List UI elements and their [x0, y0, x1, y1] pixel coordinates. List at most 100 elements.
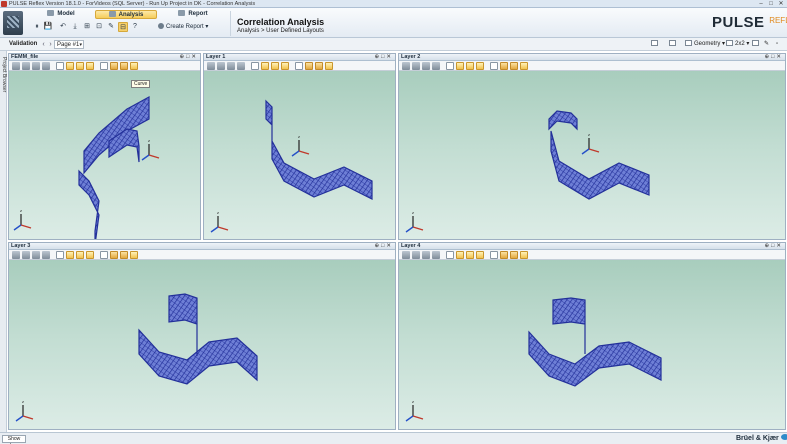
pane-tool-button[interactable]: [110, 251, 118, 259]
pane-tool-button[interactable]: [402, 62, 410, 70]
maximize-button[interactable]: □: [767, 1, 775, 7]
pane-controls[interactable]: ⊕□✕: [374, 54, 393, 61]
pane-tool-button[interactable]: [446, 251, 454, 259]
pane-tool-button[interactable]: [325, 62, 333, 70]
pane-tool-button[interactable]: [12, 62, 20, 70]
pane-tool-button[interactable]: [281, 62, 289, 70]
pane-tool-button[interactable]: [130, 251, 138, 259]
pane-tool-button[interactable]: [466, 62, 474, 70]
pane-tool-button[interactable]: [432, 62, 440, 70]
create-report-button[interactable]: Create Report ▾: [158, 22, 208, 32]
pane-controls[interactable]: ⊕□✕: [179, 54, 198, 61]
pane-controls[interactable]: ⊕□✕: [764, 54, 783, 61]
pane-tool-button[interactable]: [86, 251, 94, 259]
pane-tool-button[interactable]: [490, 62, 498, 70]
page-select[interactable]: Page #1 ▾: [54, 40, 84, 49]
pane-controls[interactable]: ⊕□✕: [374, 243, 393, 250]
pane-tool-button[interactable]: [66, 62, 74, 70]
3d-viewport[interactable]: zz: [399, 71, 785, 239]
pane-tool-button[interactable]: [422, 62, 430, 70]
pane-tool-button[interactable]: [12, 251, 20, 259]
pane-tool-button[interactable]: [295, 62, 303, 70]
pane-tool-button[interactable]: [476, 251, 484, 259]
pane-tool-button[interactable]: [271, 62, 279, 70]
tab-analysis[interactable]: Analysis: [95, 10, 157, 19]
restore-button[interactable]: ▫: [776, 40, 778, 49]
pane-tool-button[interactable]: [100, 251, 108, 259]
geometry-dropdown[interactable]: Geometry ▾: [685, 40, 725, 49]
3d-viewport[interactable]: z: [9, 260, 395, 429]
pane-tool-button[interactable]: [227, 62, 235, 70]
pane-tool-button[interactable]: [402, 251, 410, 259]
tab-model[interactable]: Model: [32, 10, 90, 19]
pane-tool-button[interactable]: [432, 251, 440, 259]
edit-button[interactable]: ✎: [106, 22, 116, 32]
pane-tool-button[interactable]: [251, 62, 259, 70]
pane-tool-button[interactable]: [207, 62, 215, 70]
pane-tool-button[interactable]: [476, 62, 484, 70]
pane-tool-button[interactable]: [490, 251, 498, 259]
pin-button[interactable]: ✎: [764, 40, 769, 49]
app-menu-button[interactable]: [3, 11, 23, 35]
close-button[interactable]: ✕: [777, 1, 785, 7]
minimize-button[interactable]: –: [757, 1, 765, 7]
show-log-button[interactable]: Show Log: [2, 435, 26, 444]
next-page-icon[interactable]: ›: [47, 41, 54, 48]
view-layout-button[interactable]: ⊟: [118, 22, 128, 32]
pane-tool-button[interactable]: [22, 251, 30, 259]
pane-tool-button[interactable]: [422, 251, 430, 259]
layout-button[interactable]: ⊡: [94, 22, 104, 32]
pane-tool-button[interactable]: [500, 62, 508, 70]
pane-tool-button[interactable]: [120, 62, 128, 70]
pane-tool-button[interactable]: [412, 251, 420, 259]
previous-page-icon[interactable]: ‹: [40, 41, 47, 48]
pane-tool-button[interactable]: [520, 62, 528, 70]
pane-tool-button[interactable]: [315, 62, 323, 70]
pane-tool-button[interactable]: [120, 251, 128, 259]
pane-tool-button[interactable]: [237, 62, 245, 70]
pane-tool-button[interactable]: [66, 251, 74, 259]
pane-tool-button[interactable]: [100, 62, 108, 70]
snapshot-button[interactable]: [651, 40, 660, 49]
pane-tool-button[interactable]: [466, 251, 474, 259]
pane-tool-button[interactable]: [76, 251, 84, 259]
window-button[interactable]: [752, 40, 761, 49]
pane-tool-button[interactable]: [56, 62, 64, 70]
pane-tool-button[interactable]: [130, 62, 138, 70]
pane-tool-button[interactable]: [510, 251, 518, 259]
3d-viewport[interactable]: zz: [9, 71, 200, 239]
pane-controls[interactable]: ⊕□✕: [764, 243, 783, 250]
link-button[interactable]: [669, 40, 678, 49]
save-button[interactable]: 💾: [43, 22, 53, 32]
pane-tool-button[interactable]: [520, 251, 528, 259]
pane-tool-button[interactable]: [42, 251, 50, 259]
pane-tool-button[interactable]: [110, 62, 118, 70]
project-browser-tab[interactable]: Project Browser: [0, 51, 7, 432]
undo-button[interactable]: ↶: [58, 22, 68, 32]
grid-button[interactable]: ⊞: [82, 22, 92, 32]
pane-tool-button[interactable]: [500, 251, 508, 259]
pane-tool-button[interactable]: [32, 62, 40, 70]
pane-tool-button[interactable]: [305, 62, 313, 70]
pane-tool-button[interactable]: [261, 62, 269, 70]
3d-viewport[interactable]: z: [399, 260, 785, 429]
tab-report[interactable]: Report: [162, 10, 224, 19]
pane-tool-button[interactable]: [76, 62, 84, 70]
pane-tool-button[interactable]: [217, 62, 225, 70]
pane-tool-button[interactable]: [412, 62, 420, 70]
3d-viewport[interactable]: zz: [204, 71, 395, 239]
pane-tool-button[interactable]: [32, 251, 40, 259]
layout-dropdown[interactable]: 2x2 ▾: [726, 40, 749, 49]
pane-tool-button[interactable]: [456, 62, 464, 70]
grid-icon: [726, 40, 733, 46]
pane-tool-button[interactable]: [456, 251, 464, 259]
pane-tool-button[interactable]: [22, 62, 30, 70]
pane-tool-button[interactable]: [510, 62, 518, 70]
pause-button[interactable]: ⏸: [32, 22, 42, 32]
pane-tool-button[interactable]: [56, 251, 64, 259]
pane-tool-button[interactable]: [86, 62, 94, 70]
pane-tool-button[interactable]: [42, 62, 50, 70]
help-button[interactable]: ?: [130, 22, 140, 32]
import-button[interactable]: ⤓: [70, 22, 80, 32]
pane-tool-button[interactable]: [446, 62, 454, 70]
